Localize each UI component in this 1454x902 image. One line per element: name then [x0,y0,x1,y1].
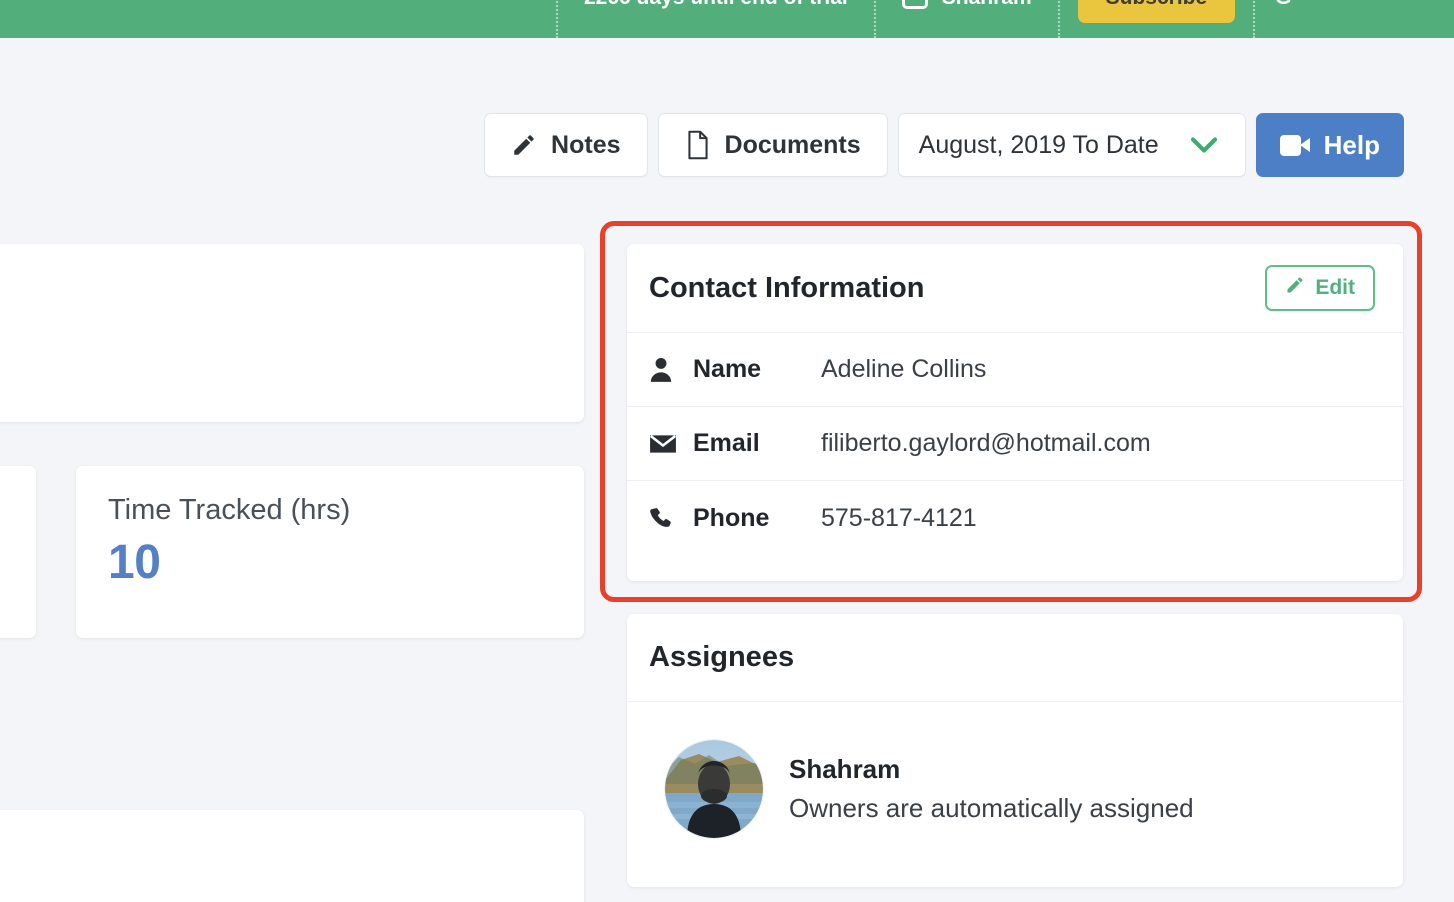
date-range-select[interactable]: August, 2019 To Date [897,113,1246,177]
user-icon [901,0,928,9]
time-tracked-value: 10 [108,536,161,589]
subscribe-cell: Subscribe [1060,0,1256,38]
notes-label: Notes [551,130,621,159]
contact-value-email: filiberto.gaylord@hotmail.com [821,429,1151,457]
subscribe-button[interactable]: Subscribe [1077,0,1236,23]
documents-button[interactable]: Documents [657,113,888,177]
top-trial-bar: 2266 days until end of trial Shahram Sub… [0,0,1454,38]
contact-key-phone: Phone [693,503,770,532]
help-button[interactable]: Help [1255,113,1404,177]
contact-card-header: Contact Information Edit [627,244,1403,333]
assignees-card: Assignees Shahram Owners are automatical… [627,614,1403,887]
assignee-subtitle: Owners are automatically assigned [789,793,1194,823]
trial-countdown: 2266 days until end of trial [556,0,876,38]
pencil-icon [1285,275,1305,301]
document-icon [685,130,711,160]
hourly-rate-card: Hourly Rate 0/hr [0,244,584,422]
contact-row-email: Email filiberto.gaylord@hotmail.com [627,407,1403,481]
person-icon [649,357,693,383]
avatar [665,740,763,838]
topbar-left-spacer [0,0,556,38]
app-page: 2266 days until end of trial Shahram Sub… [0,0,1454,902]
pencil-icon [511,132,537,158]
assignee-text: Shahram Owners are automatically assigne… [789,754,1194,824]
video-camera-icon [1279,134,1310,156]
time-tracked-label: Time Tracked (hrs) [108,494,351,526]
contact-information-card: Contact Information Edit Name Adeline Co… [627,244,1403,581]
topbar-overflow[interactable]: G [1255,0,1311,38]
left-clipped-card [0,466,36,638]
assignee-list-item[interactable]: Shahram Owners are automatically assigne… [627,702,1403,838]
time-tracked-card: Time Tracked (hrs) 10 [76,466,584,638]
notes-button[interactable]: Notes [484,113,648,177]
date-range-label: August, 2019 To Date [918,130,1159,159]
contact-value-phone: 575-817-4121 [821,503,977,532]
hourly-rate-label: Hourly Rate [0,274,548,307]
contact-key-name: Name [693,355,762,383]
chevron-down-icon [1189,134,1219,156]
contact-value-name: Adeline Collins [821,355,987,383]
assignees-card-header: Assignees [627,614,1403,702]
contact-card-title: Contact Information [649,271,925,304]
envelope-icon [649,433,693,455]
trial-countdown-label: 2266 days until end of trial [584,0,848,10]
contact-row-name: Name Adeline Collins [627,333,1403,407]
user-menu[interactable]: Shahram [876,0,1060,38]
phone-icon [649,506,693,530]
documents-label: Documents [724,130,861,159]
user-name-label: Shahram [942,0,1032,10]
assignee-name: Shahram [789,754,901,784]
edit-contact-button[interactable]: Edit [1265,265,1375,311]
hourly-rate-value: 0/hr [0,315,548,370]
bottom-left-card [0,810,584,902]
help-label: Help [1323,129,1380,160]
page-toolbar: Notes Documents August, 2019 To Date Hel… [0,113,1454,177]
topbar-overflow-label: G [1275,0,1291,10]
contact-key-email: Email [693,429,760,457]
edit-contact-label: Edit [1315,276,1355,299]
contact-row-phone: Phone 575-817-4121 [627,481,1403,555]
assignees-card-title: Assignees [649,641,795,673]
